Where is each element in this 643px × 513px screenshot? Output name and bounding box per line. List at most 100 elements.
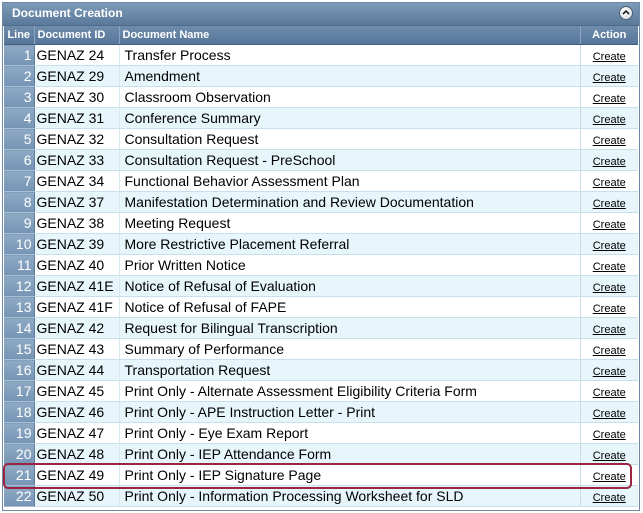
row-document-id: GENAZ 41E — [34, 275, 119, 297]
create-link[interactable]: Create — [593, 261, 626, 273]
create-link[interactable]: Create — [593, 51, 626, 63]
create-link[interactable]: Create — [593, 303, 626, 315]
table-row[interactable]: 10 GENAZ 39 More Restrictive Placement Ref… — [4, 233, 638, 255]
create-link[interactable]: Create — [593, 282, 626, 294]
panel-title: Document Creation — [12, 6, 123, 20]
row-line-number: 15 — [4, 338, 35, 360]
column-header-document-id[interactable]: Document ID — [34, 26, 120, 45]
row-line-number: 19 — [4, 422, 35, 444]
row-document-id: GENAZ 41F — [34, 296, 119, 318]
create-link[interactable]: Create — [593, 114, 626, 126]
row-line-number: 6 — [4, 149, 35, 171]
row-document-id: GENAZ 50 — [34, 485, 119, 507]
create-link[interactable]: Create — [593, 366, 626, 378]
table-row[interactable]: 3 GENAZ 30 Classroom Observation Create — [4, 86, 638, 108]
table-row[interactable]: 6 GENAZ 33 Consultation Request - PreSchoo… — [4, 149, 638, 171]
table-row-highlighted[interactable]: 21 GENAZ 49 Print Only - IEP Signature Pag… — [4, 464, 638, 486]
row-document-name: Consultation Request - PreSchool — [118, 149, 580, 171]
table-row[interactable]: 12 GENAZ 41E Notice of Refusal of Evaluati… — [4, 275, 638, 297]
row-document-name: Request for Bilingual Transcription — [118, 317, 580, 339]
create-link[interactable]: Create — [593, 492, 626, 504]
create-link[interactable]: Create — [593, 93, 626, 105]
row-document-name: Prior Written Notice — [118, 254, 580, 276]
panel-titlebar: Document Creation — [3, 3, 639, 26]
table-row[interactable]: 1 GENAZ 24 Transfer Process Create — [4, 44, 638, 66]
row-document-name: Manifestation Determination and Review D… — [118, 191, 580, 213]
table-row[interactable]: 18 GENAZ 46 Print Only - APE Instruction L… — [4, 401, 638, 423]
row-document-name: More Restrictive Placement Referral — [118, 233, 580, 255]
row-document-name: Summary of Performance — [118, 338, 580, 360]
table-row[interactable]: 9 GENAZ 38 Meeting Request Create — [4, 212, 638, 234]
document-creation-panel: Document Creation Line Document ID Docum… — [2, 2, 640, 511]
row-line-number: 5 — [4, 128, 35, 150]
create-link[interactable]: Create — [593, 387, 626, 399]
row-document-name: Consultation Request — [118, 128, 580, 150]
row-line-number: 18 — [4, 401, 35, 423]
table-row[interactable]: 7 GENAZ 34 Functional Behavior Assessment … — [4, 170, 638, 192]
table-row[interactable]: 5 GENAZ 32 Consultation Request Create — [4, 128, 638, 150]
row-document-name: Print Only - Information Processing Work… — [118, 485, 580, 507]
table-row[interactable]: 2 GENAZ 29 Amendment Create — [4, 65, 638, 87]
create-link[interactable]: Create — [593, 135, 626, 147]
table-row[interactable]: 17 GENAZ 45 Print Only - Alternate Assessm… — [4, 380, 638, 402]
create-link[interactable]: Create — [593, 72, 626, 84]
row-document-name: Classroom Observation — [118, 86, 580, 108]
row-document-id: GENAZ 48 — [34, 443, 119, 465]
row-document-id: GENAZ 42 — [34, 317, 119, 339]
row-document-name: Amendment — [118, 65, 580, 87]
row-line-number: 8 — [4, 191, 35, 213]
row-document-id: GENAZ 34 — [34, 170, 119, 192]
row-document-name: Transfer Process — [118, 44, 580, 66]
create-link[interactable]: Create — [593, 324, 626, 336]
row-line-number: 9 — [4, 212, 35, 234]
row-line-number: 11 — [4, 254, 35, 276]
row-line-number: 17 — [4, 380, 35, 402]
row-document-id: GENAZ 40 — [34, 254, 119, 276]
create-link[interactable]: Create — [593, 240, 626, 252]
row-line-number: 21 — [4, 464, 35, 486]
collapse-up-icon[interactable] — [619, 6, 633, 20]
row-document-id: GENAZ 46 — [34, 401, 119, 423]
row-document-id: GENAZ 32 — [34, 128, 119, 150]
row-line-number: 1 — [4, 44, 35, 66]
create-link[interactable]: Create — [593, 156, 626, 168]
column-header-document-name[interactable]: Document Name — [119, 26, 581, 45]
create-link[interactable]: Create — [593, 198, 626, 210]
create-link[interactable]: Create — [593, 450, 626, 462]
table-row[interactable]: 11 GENAZ 40 Prior Written Notice Create — [4, 254, 638, 276]
row-line-number: 22 — [4, 485, 35, 507]
row-line-number: 7 — [4, 170, 35, 192]
table-row[interactable]: 19 GENAZ 47 Print Only - Eye Exam Report Cr… — [4, 422, 638, 444]
row-document-name: Notice of Refusal of FAPE — [118, 296, 580, 318]
table-row[interactable]: 20 GENAZ 48 Print Only - IEP Attendance Fo… — [4, 443, 638, 465]
row-document-name: Transportation Request — [118, 359, 580, 381]
row-document-name: Print Only - IEP Signature Page — [118, 464, 580, 486]
row-line-number: 10 — [4, 233, 35, 255]
create-link[interactable]: Create — [593, 345, 626, 357]
create-link[interactable]: Create — [593, 408, 626, 420]
row-document-id: GENAZ 47 — [34, 422, 119, 444]
table-row[interactable]: 4 GENAZ 31 Conference Summary Create — [4, 107, 638, 129]
table-row[interactable]: 16 GENAZ 44 Transportation Request Create — [4, 359, 638, 381]
row-document-id: GENAZ 45 — [34, 380, 119, 402]
row-document-id: GENAZ 33 — [34, 149, 119, 171]
table-row[interactable]: 15 GENAZ 43 Summary of Performance Create — [4, 338, 638, 360]
row-line-number: 12 — [4, 275, 35, 297]
create-link[interactable]: Create — [593, 219, 626, 231]
row-line-number: 16 — [4, 359, 35, 381]
row-line-number: 4 — [4, 107, 35, 129]
create-link[interactable]: Create — [593, 177, 626, 189]
row-document-name: Print Only - IEP Attendance Form — [118, 443, 580, 465]
table-header-row: Line Document ID Document Name Action — [4, 26, 638, 45]
table-row[interactable]: 8 GENAZ 37 Manifestation Determination and… — [4, 191, 638, 213]
column-header-line[interactable]: Line — [4, 26, 35, 45]
table-row[interactable]: 22 GENAZ 50 Print Only - Information Proce… — [4, 485, 638, 507]
row-document-name: Notice of Refusal of Evaluation — [118, 275, 580, 297]
table-row[interactable]: 13 GENAZ 41F Notice of Refusal of FAPE Crea… — [4, 296, 638, 318]
row-document-id: GENAZ 24 — [34, 44, 119, 66]
create-link[interactable]: Create — [593, 471, 626, 483]
row-line-number: 13 — [4, 296, 35, 318]
table-row[interactable]: 14 GENAZ 42 Request for Bilingual Transcri… — [4, 317, 638, 339]
create-link[interactable]: Create — [593, 429, 626, 441]
row-document-name: Functional Behavior Assessment Plan — [118, 170, 580, 192]
